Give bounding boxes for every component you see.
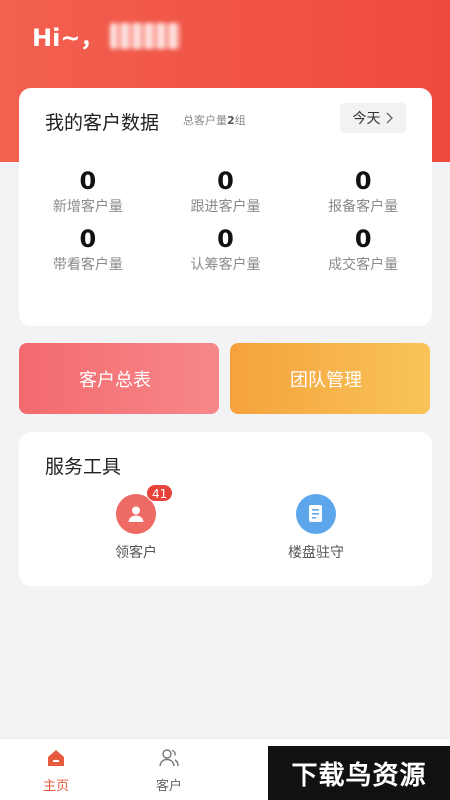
- team-management-button[interactable]: 团队管理: [230, 343, 430, 414]
- stat-deal[interactable]: 0 成交客户量: [294, 224, 432, 274]
- watermark: 下载鸟资源: [268, 746, 450, 800]
- user-icon: 41: [116, 484, 174, 534]
- stat-value: 0: [354, 225, 372, 253]
- total-customers: 总客户量2组: [183, 112, 246, 128]
- data-card-title: 我的客户数据: [45, 112, 160, 134]
- tool-label: 领客户: [115, 545, 157, 561]
- stat-label: 认筹客户量: [190, 257, 261, 273]
- notification-badge: 41: [146, 484, 174, 502]
- greeting: Hi~，: [32, 18, 181, 53]
- tab-label: 客户: [155, 779, 182, 794]
- stat-label: 跟进客户量: [190, 199, 261, 215]
- blurred-username: [110, 22, 181, 49]
- customer-data-card: 我的客户数据 总客户量2组 今天 0 新增客户量 0 跟进客户量 0 报备客户量…: [19, 88, 432, 326]
- customer-table-button[interactable]: 客户总表: [19, 343, 219, 414]
- service-tools-card: 服务工具 41 领客户 楼盘驻守: [19, 432, 432, 586]
- home-icon: [26, 747, 86, 769]
- tool-claim-customer[interactable]: 41 领客户: [76, 484, 196, 562]
- document-icon: [296, 494, 336, 534]
- users-icon: [139, 747, 199, 769]
- team-management-label: 团队管理: [290, 369, 362, 391]
- stat-subscribe[interactable]: 0 认筹客户量: [157, 224, 295, 274]
- tab-home[interactable]: 主页: [26, 747, 86, 794]
- tab-customers[interactable]: 客户: [139, 747, 199, 794]
- stat-label: 带看客户量: [52, 257, 123, 273]
- total-prefix: 总客户量: [183, 114, 227, 127]
- stat-value: 0: [354, 167, 372, 195]
- customer-table-label: 客户总表: [79, 369, 151, 391]
- tools-title: 服务工具: [45, 456, 122, 478]
- total-value: 2: [227, 114, 235, 127]
- stat-label: 新增客户量: [52, 199, 123, 215]
- stat-label: 报备客户量: [328, 199, 399, 215]
- tab-label: 主页: [42, 779, 69, 794]
- stat-value: 0: [217, 167, 234, 195]
- total-suffix: 组: [234, 114, 246, 127]
- greeting-text: Hi~，: [32, 24, 105, 52]
- stat-visit[interactable]: 0 带看客户量: [19, 224, 157, 274]
- chevron-right-icon: [384, 112, 394, 124]
- tool-property-station[interactable]: 楼盘驻守: [256, 494, 376, 562]
- stat-report[interactable]: 0 报备客户量: [294, 166, 432, 216]
- stat-new[interactable]: 0 新增客户量: [19, 166, 157, 216]
- today-label: 今天: [352, 111, 381, 127]
- today-button[interactable]: 今天: [340, 103, 406, 133]
- stats-grid: 0 新增客户量 0 跟进客户量 0 报备客户量 0 带看客户量 0 认筹客户量 …: [19, 166, 432, 274]
- stat-value: 0: [217, 225, 234, 253]
- stat-follow[interactable]: 0 跟进客户量: [157, 166, 295, 216]
- tool-label: 楼盘驻守: [288, 545, 344, 561]
- stat-label: 成交客户量: [328, 257, 399, 273]
- stat-value: 0: [79, 225, 97, 253]
- stat-value: 0: [79, 167, 97, 195]
